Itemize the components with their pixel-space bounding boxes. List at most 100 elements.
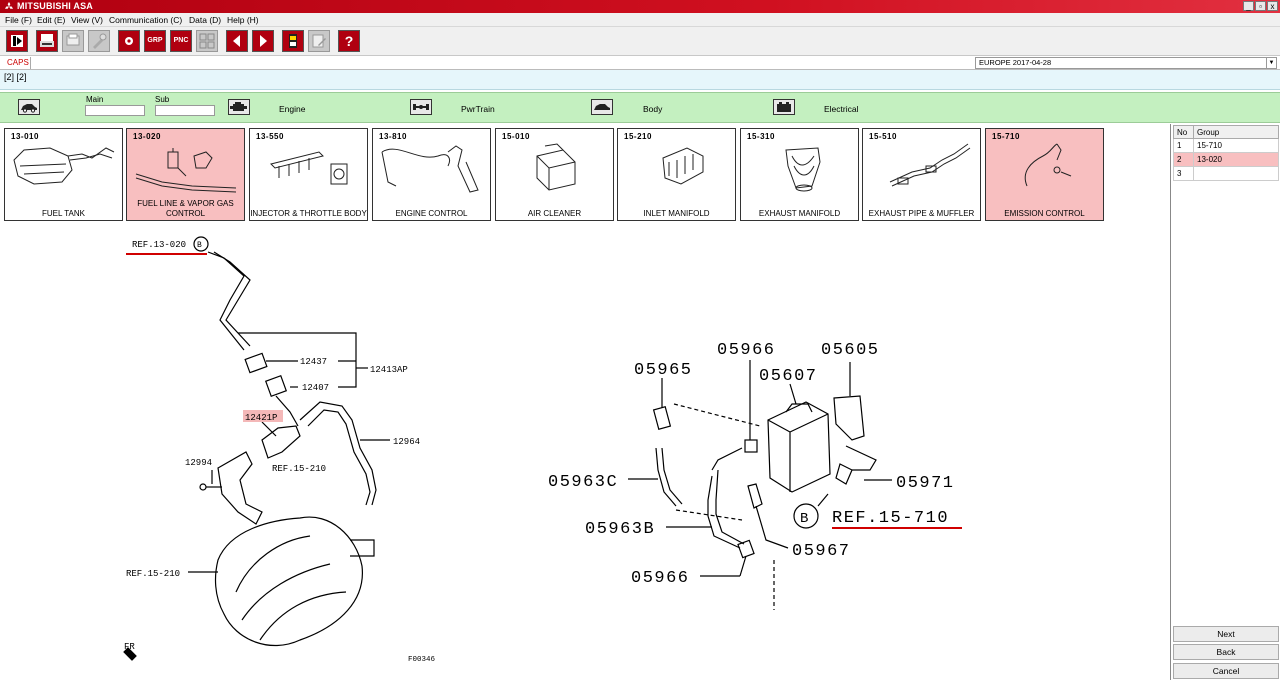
group-thumb-15-010[interactable]: 15-010 AIR CLEANER bbox=[495, 128, 614, 221]
part-12437-label[interactable]: 12437 bbox=[300, 357, 327, 367]
device-icon bbox=[289, 34, 297, 48]
forward-button[interactable] bbox=[252, 30, 274, 52]
cancel-button[interactable]: Cancel bbox=[1173, 663, 1279, 679]
edit-list-button[interactable] bbox=[308, 30, 330, 52]
engine-icon bbox=[230, 102, 247, 111]
print-button[interactable] bbox=[62, 30, 84, 52]
part-05963b-label[interactable]: 05963B bbox=[585, 520, 655, 539]
car-body-icon bbox=[594, 104, 610, 110]
grp-button[interactable]: GRP bbox=[144, 30, 166, 52]
part-05966-upper-shape bbox=[744, 439, 758, 453]
bracket-05967-shape bbox=[747, 483, 763, 509]
engine-control-thumbnail bbox=[381, 145, 479, 193]
figure-number: F00346 bbox=[408, 656, 436, 664]
ref-15-210-b-label[interactable]: REF.15-210 bbox=[126, 569, 180, 579]
fuel-line-thumbnail bbox=[135, 148, 237, 193]
row-group: 13-020 bbox=[1193, 152, 1279, 167]
previous-button[interactable] bbox=[226, 30, 248, 52]
group-thumb-13-020[interactable]: 13-020 FUEL LINE & VAPOR GAS CONTROL bbox=[126, 128, 245, 221]
pwrtrain-category-button[interactable] bbox=[410, 99, 432, 115]
device-button[interactable] bbox=[282, 30, 304, 52]
region-select[interactable]: EUROPE 2017-04-28 ▼ bbox=[975, 57, 1277, 69]
group-thumb-13-810[interactable]: 13-810 ENGINE CONTROL bbox=[372, 128, 491, 221]
menu-view[interactable]: View (V) bbox=[71, 15, 103, 25]
sub-field[interactable] bbox=[155, 105, 215, 116]
minimize-button[interactable]: _ bbox=[1243, 1, 1254, 11]
table-row[interactable]: 1 15-710 bbox=[1173, 138, 1279, 153]
close-button[interactable]: x bbox=[1267, 1, 1278, 11]
grid-view-button[interactable] bbox=[196, 30, 218, 52]
menu-data[interactable]: Data (D) bbox=[189, 15, 221, 25]
car-icon bbox=[21, 104, 37, 113]
settings-button[interactable] bbox=[118, 30, 140, 52]
next-button[interactable]: Next bbox=[1173, 626, 1279, 642]
tools-button[interactable] bbox=[88, 30, 110, 52]
engine-category-label: Engine bbox=[279, 104, 306, 114]
group-thumb-15-510[interactable]: 15-510 EXHAUST PIPE & MUFFLER bbox=[862, 128, 981, 221]
bolt-12994 bbox=[199, 483, 207, 491]
restore-button[interactable]: ▫ bbox=[1255, 1, 1266, 11]
pnc-button[interactable]: PNC bbox=[170, 30, 192, 52]
table-row[interactable]: 2 13-020 bbox=[1173, 152, 1279, 167]
table-row[interactable]: 3 bbox=[1173, 166, 1279, 181]
parts-diagram: REF.13-020 B 12437 12407 12413AP 12421P … bbox=[123, 236, 962, 664]
group-thumb-15-710[interactable]: 15-710 EMISSION CONTROL bbox=[985, 128, 1104, 221]
emission-control-thumbnail bbox=[1024, 143, 1072, 187]
part-12994-label[interactable]: 12994 bbox=[185, 458, 212, 468]
ref-15-710-label[interactable]: REF.15-710 bbox=[832, 509, 949, 528]
chevron-down-icon[interactable]: ▼ bbox=[1266, 58, 1276, 68]
part-05965-label[interactable]: 05965 bbox=[634, 361, 693, 380]
ref-13-020-label[interactable]: REF.13-020 bbox=[132, 240, 186, 250]
group-code: 13-550 bbox=[256, 132, 284, 141]
part-12437-shape bbox=[244, 352, 268, 374]
back-button[interactable]: Back bbox=[1173, 644, 1279, 660]
electrical-category-label: Electrical bbox=[824, 104, 859, 114]
left-diagram-labels: REF.13-020 B 12437 12407 12413AP 12421P … bbox=[124, 240, 436, 664]
electrical-category-button[interactable] bbox=[773, 99, 795, 115]
history-table: No Group 1 15-710 2 13-020 3 bbox=[1173, 125, 1279, 181]
caps-indicator: CAPS bbox=[3, 57, 31, 69]
help-button[interactable]: ? bbox=[338, 30, 360, 52]
battery-icon bbox=[777, 102, 791, 112]
fr-label: FR bbox=[124, 642, 135, 652]
ref-b-top-label: B bbox=[197, 241, 202, 250]
print-preview-button[interactable] bbox=[36, 30, 58, 52]
part-05605-label[interactable]: 05605 bbox=[821, 341, 880, 360]
part-05966-lower-shape bbox=[737, 539, 755, 559]
part-05966-top-label[interactable]: 05966 bbox=[717, 341, 776, 360]
engine-category-button[interactable] bbox=[228, 99, 250, 115]
ref-b-right-label: B bbox=[800, 511, 810, 527]
group-code: 13-020 bbox=[133, 132, 161, 141]
group-thumb-15-310[interactable]: 15-310 EXHAUST MANIFOLD bbox=[740, 128, 859, 221]
menu-edit[interactable]: Edit (E) bbox=[37, 15, 65, 25]
main-field[interactable] bbox=[85, 105, 145, 116]
gear-icon bbox=[125, 37, 133, 45]
menu-bar: File (F) Edit (E) View (V) Communication… bbox=[0, 13, 1280, 27]
part-05607-label[interactable]: 05607 bbox=[759, 367, 818, 386]
powertrain-icon bbox=[413, 104, 429, 110]
window-title: MITSUBISHI ASA bbox=[17, 1, 93, 11]
ref-15-210-a-label[interactable]: REF.15-210 bbox=[272, 464, 326, 474]
body-category-button[interactable] bbox=[591, 99, 613, 115]
part-05966-bottom-label[interactable]: 05966 bbox=[631, 569, 690, 588]
sub-label: Sub bbox=[155, 95, 170, 104]
part-05967-label[interactable]: 05967 bbox=[792, 542, 851, 561]
group-thumb-13-550[interactable]: 13-550 INJECTOR & THROTTLE BODY bbox=[249, 128, 368, 221]
vehicle-button[interactable] bbox=[18, 99, 40, 115]
part-12407-shape bbox=[264, 374, 288, 398]
vapor-hose bbox=[207, 251, 245, 351]
part-12407-label[interactable]: 12407 bbox=[302, 383, 329, 393]
group-thumb-15-210[interactable]: 15-210 INLET MANIFOLD bbox=[617, 128, 736, 221]
part-05963c-label[interactable]: 05963C bbox=[548, 473, 618, 492]
menu-file[interactable]: File (F) bbox=[5, 15, 32, 25]
part-12413ap-label[interactable]: 12413AP bbox=[370, 365, 408, 375]
group-thumb-13-010[interactable]: 13-010 FUEL TANK bbox=[4, 128, 123, 221]
part-12421p-label[interactable]: 12421P bbox=[245, 413, 277, 423]
part-05971-label[interactable]: 05971 bbox=[896, 474, 955, 493]
app-window: MITSUBISHI ASA _ ▫ x File (F) Edit (E) V… bbox=[0, 0, 1280, 680]
row-no: 2 bbox=[1173, 152, 1194, 167]
menu-help[interactable]: Help (H) bbox=[227, 15, 259, 25]
part-12964-label[interactable]: 12964 bbox=[393, 437, 420, 447]
exit-button[interactable] bbox=[6, 30, 28, 52]
menu-communication[interactable]: Communication (C) bbox=[109, 15, 182, 25]
